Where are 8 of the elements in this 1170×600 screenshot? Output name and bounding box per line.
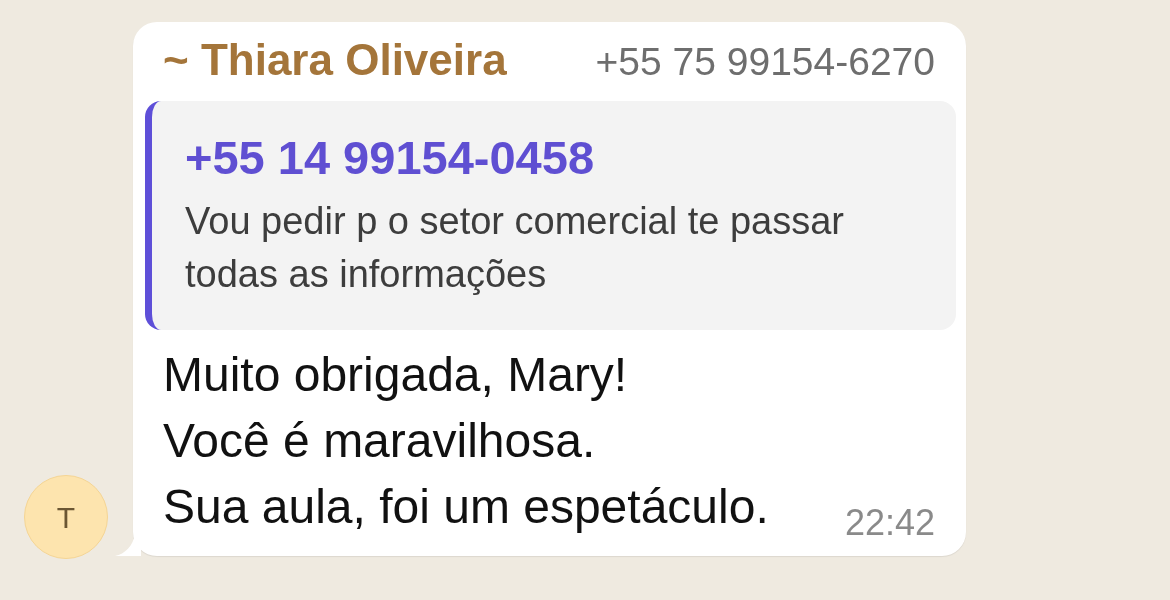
sender-phone: +55 75 99154-6270 — [595, 39, 935, 85]
sender-name[interactable]: ~ Thiara Oliveira — [163, 34, 507, 87]
message-time: 22:42 — [844, 501, 935, 545]
avatar: T — [24, 475, 108, 560]
quoted-author: +55 14 99154-0458 — [185, 129, 596, 186]
quoted-text: Vou pedir p o setor comercial te passar todas as informações — [185, 199, 845, 298]
quoted-message[interactable]: +55 14 99154-0458 Vou pedir p o setor comercial te passar todas as informações — [145, 100, 956, 331]
message-text: Muito obrigada, Mary! Você é maravilhosa. Sua aula, foi um espetáculo. — [163, 347, 769, 536]
